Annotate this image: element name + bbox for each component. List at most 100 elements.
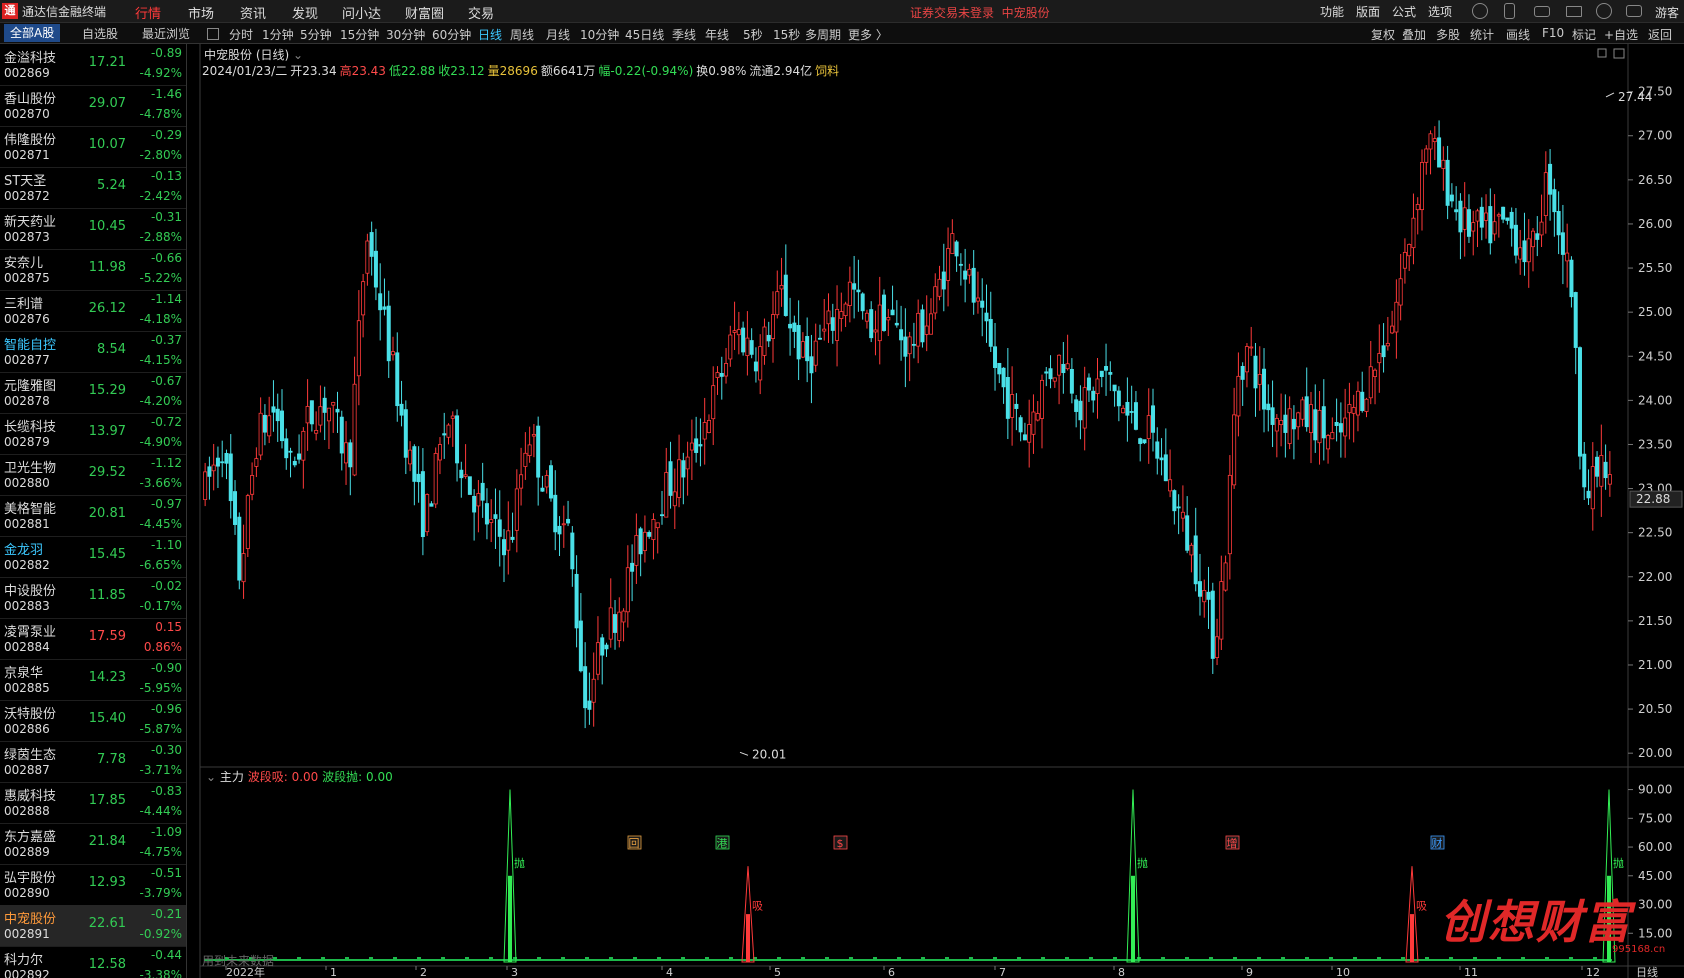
ind-dot bbox=[705, 957, 709, 961]
candle-body bbox=[873, 329, 878, 333]
candle-body bbox=[1219, 581, 1224, 640]
ind-dot bbox=[609, 957, 613, 961]
ind-dot bbox=[1065, 957, 1069, 961]
candle-body bbox=[608, 607, 613, 640]
candle-body bbox=[1048, 368, 1053, 380]
candle-body bbox=[1270, 407, 1275, 425]
candle-body bbox=[1176, 506, 1181, 509]
candle-body bbox=[1129, 411, 1134, 413]
candle-body bbox=[472, 495, 477, 513]
candle-body bbox=[933, 286, 938, 314]
candle-body bbox=[322, 397, 327, 413]
candle-body bbox=[1279, 420, 1284, 426]
ind-dot bbox=[561, 957, 565, 961]
diamond-icon bbox=[1597, 48, 1607, 58]
candle-body bbox=[741, 327, 746, 353]
candle-body bbox=[1518, 247, 1523, 260]
candle-body bbox=[911, 343, 916, 346]
ind-dot bbox=[1473, 957, 1477, 961]
y-tick-label: 24.00 bbox=[1638, 393, 1672, 407]
candle-body bbox=[1548, 163, 1553, 195]
ind-dot bbox=[1569, 957, 1573, 961]
candle-body bbox=[292, 460, 297, 466]
candle-body bbox=[416, 473, 421, 483]
y-tick-label: 23.50 bbox=[1638, 437, 1672, 451]
ind-dot bbox=[489, 957, 493, 961]
candle-body bbox=[1146, 415, 1151, 439]
high-label: 27.44 bbox=[1618, 90, 1652, 104]
collapse-icon[interactable]: ⌄ bbox=[206, 770, 216, 784]
candle-body bbox=[706, 419, 711, 433]
candle-body bbox=[1244, 346, 1249, 373]
y-tick-label: 25.50 bbox=[1638, 261, 1672, 275]
candle-body bbox=[689, 442, 694, 451]
candle-body bbox=[1202, 590, 1207, 603]
candle-body bbox=[1471, 222, 1476, 232]
candle-body bbox=[467, 476, 472, 495]
kline-chart[interactable]: 27.5027.0026.5026.0025.5025.0024.5024.00… bbox=[0, 0, 1684, 978]
candle-body bbox=[591, 678, 596, 703]
ind-dot bbox=[345, 957, 349, 961]
x-tick-label: 4 bbox=[666, 966, 673, 978]
candle-body bbox=[1189, 544, 1194, 556]
candle-body bbox=[1125, 401, 1130, 416]
candle-body bbox=[1381, 345, 1386, 358]
candle-body bbox=[920, 309, 925, 343]
candle-body bbox=[536, 425, 541, 478]
candle-body bbox=[1573, 292, 1578, 348]
low-pointer bbox=[739, 751, 749, 756]
ind-dot bbox=[921, 957, 925, 961]
signal-bar bbox=[1131, 875, 1135, 962]
candle-body bbox=[1513, 224, 1518, 256]
ind-dot bbox=[1209, 957, 1213, 961]
ind-dot bbox=[825, 957, 829, 961]
candle-body bbox=[600, 637, 605, 656]
candle-body bbox=[1334, 422, 1339, 426]
candle-body bbox=[1424, 148, 1429, 163]
candle-body bbox=[638, 528, 643, 555]
candle-body bbox=[967, 268, 972, 276]
candle-body bbox=[1368, 366, 1373, 399]
ind-dot bbox=[585, 957, 589, 961]
candle-body bbox=[1215, 636, 1220, 658]
candle-body bbox=[548, 465, 553, 499]
candle-body bbox=[830, 317, 835, 331]
candle-body bbox=[1133, 402, 1138, 430]
candle-body bbox=[894, 322, 899, 326]
candle-body bbox=[1317, 410, 1322, 444]
candle-body bbox=[335, 408, 340, 413]
candle-body bbox=[630, 562, 635, 572]
ind-dot bbox=[1161, 957, 1165, 961]
candle-body bbox=[595, 642, 600, 675]
candle-body bbox=[429, 503, 434, 507]
candle-body bbox=[1428, 133, 1433, 150]
high-pointer bbox=[1605, 92, 1615, 98]
candle-body bbox=[655, 522, 660, 529]
candle-body bbox=[1355, 390, 1360, 416]
candle-body bbox=[1168, 479, 1173, 492]
candle-body bbox=[809, 356, 814, 374]
candle-body bbox=[566, 518, 571, 524]
candle-body bbox=[651, 518, 656, 541]
ind-dot bbox=[993, 957, 997, 961]
candle-body bbox=[326, 407, 331, 422]
candle-body bbox=[621, 610, 626, 623]
low-label: 20.01 bbox=[752, 747, 786, 761]
candle-body bbox=[425, 494, 430, 533]
ind-dot bbox=[1353, 957, 1357, 961]
ind-dot bbox=[465, 957, 469, 961]
ind-y-tick-label: 90.00 bbox=[1638, 783, 1672, 797]
candle-body bbox=[391, 351, 396, 356]
candle-body bbox=[1018, 417, 1023, 433]
candle-body bbox=[1539, 221, 1544, 236]
candle-body bbox=[826, 310, 831, 325]
candle-body bbox=[937, 278, 942, 297]
candle-body bbox=[531, 434, 536, 437]
candle-body bbox=[378, 293, 383, 311]
current-price-label: 22.88 bbox=[1636, 492, 1670, 506]
candle-body bbox=[1142, 439, 1147, 444]
candle-body bbox=[1308, 404, 1313, 434]
candle-body bbox=[450, 415, 455, 419]
candle-body bbox=[1556, 210, 1561, 236]
candle-body bbox=[642, 531, 647, 551]
